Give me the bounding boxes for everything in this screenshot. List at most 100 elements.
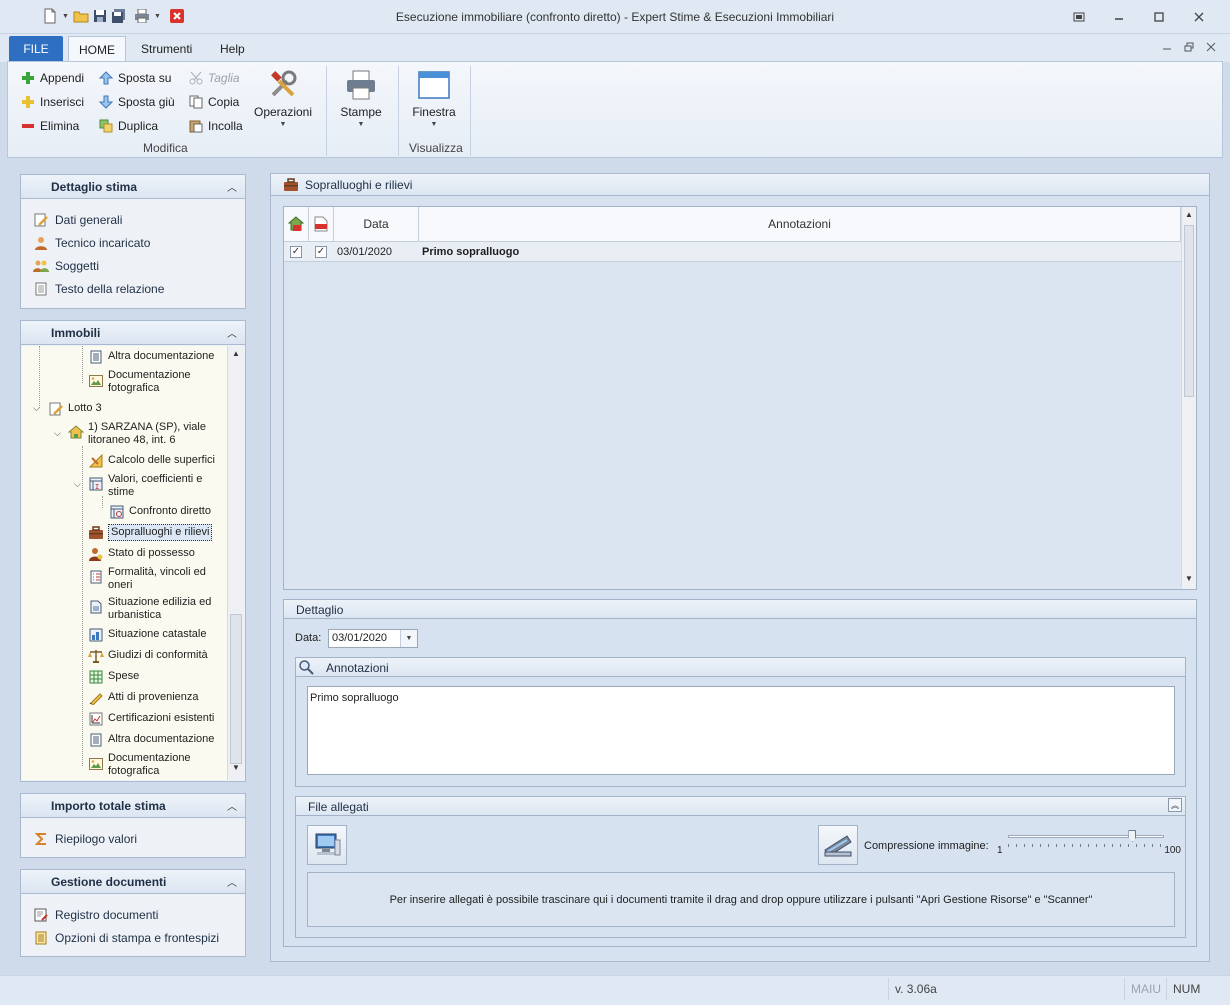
tree-expander-icon[interactable]: ⌵	[74, 479, 81, 490]
collapse-chevron-icon[interactable]: ︿	[227, 325, 237, 340]
grid-scrollbar[interactable]: ▲ ▼	[1181, 207, 1196, 589]
mdi-controls	[1162, 42, 1216, 55]
row-data-cell[interactable]: 03/01/2020	[337, 242, 392, 262]
nav-opzioni-stampa[interactable]: Opzioni di stampa e frontespizi	[21, 926, 245, 949]
nav-riepilogo-valori[interactable]: Riepilogo valori	[21, 827, 245, 850]
tree-node-altra-documentazione[interactable]: Altra documentazione	[88, 349, 214, 365]
tab-strumenti[interactable]: Strumenti	[131, 36, 202, 62]
tree-scrollbar[interactable]: ▲ ▼	[227, 346, 244, 780]
checkbox-checked[interactable]: ✓	[290, 246, 302, 258]
scrollbar-thumb[interactable]	[1184, 225, 1194, 397]
sposta-su-button[interactable]: Sposta su	[98, 68, 171, 88]
tree-node-label: Valori, coefficienti e	[108, 473, 203, 485]
row-annotazioni-cell[interactable]: Primo sopralluogo	[422, 242, 519, 262]
drop-zone[interactable]: Per inserire allegati è possibile trasci…	[307, 872, 1175, 927]
taglia-button[interactable]: Taglia	[188, 68, 240, 88]
collapse-double-chevron-icon[interactable]: ︽	[1168, 798, 1182, 812]
calendar-dropdown-icon[interactable]: ▼	[400, 630, 417, 647]
checklist-icon	[88, 569, 104, 585]
tree-node-altra-documentazione[interactable]: Altra documentazione	[88, 732, 214, 748]
panel-immobili-header[interactable]: Immobili ︿	[21, 321, 245, 345]
compressione-slider[interactable]: 1 100	[997, 827, 1181, 856]
magnifier-icon[interactable]	[298, 659, 314, 678]
tree-node-confronto-diretto[interactable]: Confronto diretto	[109, 504, 211, 520]
mdi-minimize-icon[interactable]	[1162, 42, 1172, 55]
nav-label: Tecnico incaricato	[55, 235, 151, 250]
briefcase-icon	[283, 177, 299, 192]
minimize-button[interactable]	[1106, 8, 1132, 26]
tree-node-situazione-catastale[interactable]: Situazione catastale	[88, 627, 206, 643]
nav-soggetti[interactable]: Soggetti	[21, 254, 245, 277]
tree-node-sopralluoghi[interactable]: Sopralluoghi e rilievi	[88, 524, 213, 541]
operazioni-button[interactable]: Operazioni ▼	[254, 68, 312, 128]
row-pdf-checkbox[interactable]: ✓	[315, 242, 327, 262]
nav-dati-generali[interactable]: Dati generali	[21, 208, 245, 231]
panel-dettaglio-stima-header[interactable]: Dettaglio stima ︿	[21, 175, 245, 199]
panel-title: Immobili	[51, 326, 101, 340]
window-title: Esecuzione immobiliare (confronto dirett…	[395, 10, 835, 24]
sposta-giu-label: Sposta giù	[118, 95, 175, 109]
close-button[interactable]	[1186, 8, 1212, 26]
nav-registro-documenti[interactable]: Registro documenti	[21, 903, 245, 926]
col-header-pdf[interactable]	[309, 207, 334, 242]
scroll-up-icon[interactable]: ▲	[228, 349, 244, 363]
collapse-chevron-icon[interactable]: ︿	[227, 874, 237, 889]
tree-node-lotto[interactable]: Lotto 3	[48, 401, 102, 417]
tab-file[interactable]: FILE	[9, 36, 63, 62]
scroll-up-icon[interactable]: ▲	[1182, 210, 1196, 224]
mdi-restore-icon[interactable]	[1184, 42, 1194, 55]
col-header-annotazioni[interactable]: Annotazioni	[419, 207, 1181, 242]
nav-tecnico-incaricato[interactable]: Tecnico incaricato	[21, 231, 245, 254]
copia-button[interactable]: Copia	[188, 92, 239, 112]
scroll-down-icon[interactable]: ▼	[1182, 574, 1196, 588]
dettaglio-group: Dettaglio Data: 03/01/2020 ▼ Annotazioni…	[283, 599, 1197, 947]
table-row[interactable]: ✓ ✓ 03/01/2020 Primo sopralluogo	[284, 242, 1181, 262]
stampe-button[interactable]: Stampe ▼	[336, 68, 386, 128]
panel-gestione-header[interactable]: Gestione documenti ︿	[21, 870, 245, 894]
scanner-button[interactable]	[818, 825, 858, 865]
data-picker[interactable]: 03/01/2020 ▼	[328, 629, 418, 648]
panel-importo-header[interactable]: Importo totale stima ︿	[21, 794, 245, 818]
tab-help[interactable]: Help	[210, 36, 255, 62]
tree-node-situazione-edilizia[interactable]: Situazione edilizia ed urbanistica	[88, 595, 211, 622]
nav-testo-relazione[interactable]: Testo della relazione	[21, 277, 245, 300]
finestra-button[interactable]: Finestra ▼	[408, 68, 460, 128]
tree-node-atti-provenienza[interactable]: Atti di provenienza	[88, 690, 199, 706]
collapse-chevron-icon[interactable]: ︿	[227, 179, 237, 194]
tree-node-valori[interactable]: Σ Valori, coefficienti e stime	[88, 472, 202, 499]
row-print-checkbox[interactable]: ✓	[290, 242, 302, 262]
finestra-label: Finestra	[412, 105, 456, 119]
tree-node-calcolo-superfici[interactable]: Calcolo delle superfici	[88, 453, 215, 469]
tree-node-stato-possesso[interactable]: Stato di possesso	[88, 546, 195, 562]
elimina-button[interactable]: Elimina	[20, 116, 79, 136]
tree-node-documentazione-fotografica[interactable]: Documentazione fotografica	[88, 751, 191, 778]
annotazioni-textarea[interactable]: Primo sopralluogo	[307, 686, 1175, 775]
duplica-button[interactable]: Duplica	[98, 116, 158, 136]
tree-node-giudizi-conformita[interactable]: Giudizi di conformità	[88, 648, 208, 664]
checkbox-checked[interactable]: ✓	[315, 246, 327, 258]
tree-node-immobile[interactable]: 1) SARZANA (SP), viale litoraneo 48, int.…	[68, 420, 206, 447]
tree-expander-icon[interactable]: ⌵	[54, 428, 61, 439]
apri-gestione-risorse-button[interactable]	[307, 825, 347, 865]
inserisci-button[interactable]: Inserisci	[20, 92, 84, 112]
col-header-data[interactable]: Data	[334, 207, 419, 242]
collapse-chevron-icon[interactable]: ︿	[227, 798, 237, 813]
mdi-close-icon[interactable]	[1206, 42, 1216, 55]
maximize-button[interactable]	[1146, 8, 1172, 26]
scroll-down-icon[interactable]: ▼	[228, 763, 244, 777]
tree-node-spese[interactable]: Spese	[88, 669, 139, 685]
appendi-button[interactable]: Appendi	[20, 68, 84, 88]
col-header-print-home[interactable]	[284, 207, 309, 242]
tree-node-certificazioni[interactable]: Certificazioni esistenti	[88, 711, 214, 727]
restore-layout-icon[interactable]	[1066, 8, 1092, 26]
file-allegati-title: File allegati	[308, 800, 369, 814]
status-bar: v. 3.06a MAIU NUM	[0, 975, 1230, 1005]
scrollbar-thumb[interactable]	[230, 614, 242, 764]
tree-expander-icon[interactable]: ⌵	[33, 403, 40, 414]
slider-thumb[interactable]	[1128, 830, 1137, 842]
tree-node-documentazione-fotografica[interactable]: Documentazione fotografica	[88, 368, 191, 395]
tab-home[interactable]: HOME	[68, 36, 126, 62]
sposta-giu-button[interactable]: Sposta giù	[98, 92, 175, 112]
incolla-button[interactable]: Incolla	[188, 116, 243, 136]
tree-node-formalita[interactable]: Formalità, vincoli ed oneri	[88, 565, 206, 592]
